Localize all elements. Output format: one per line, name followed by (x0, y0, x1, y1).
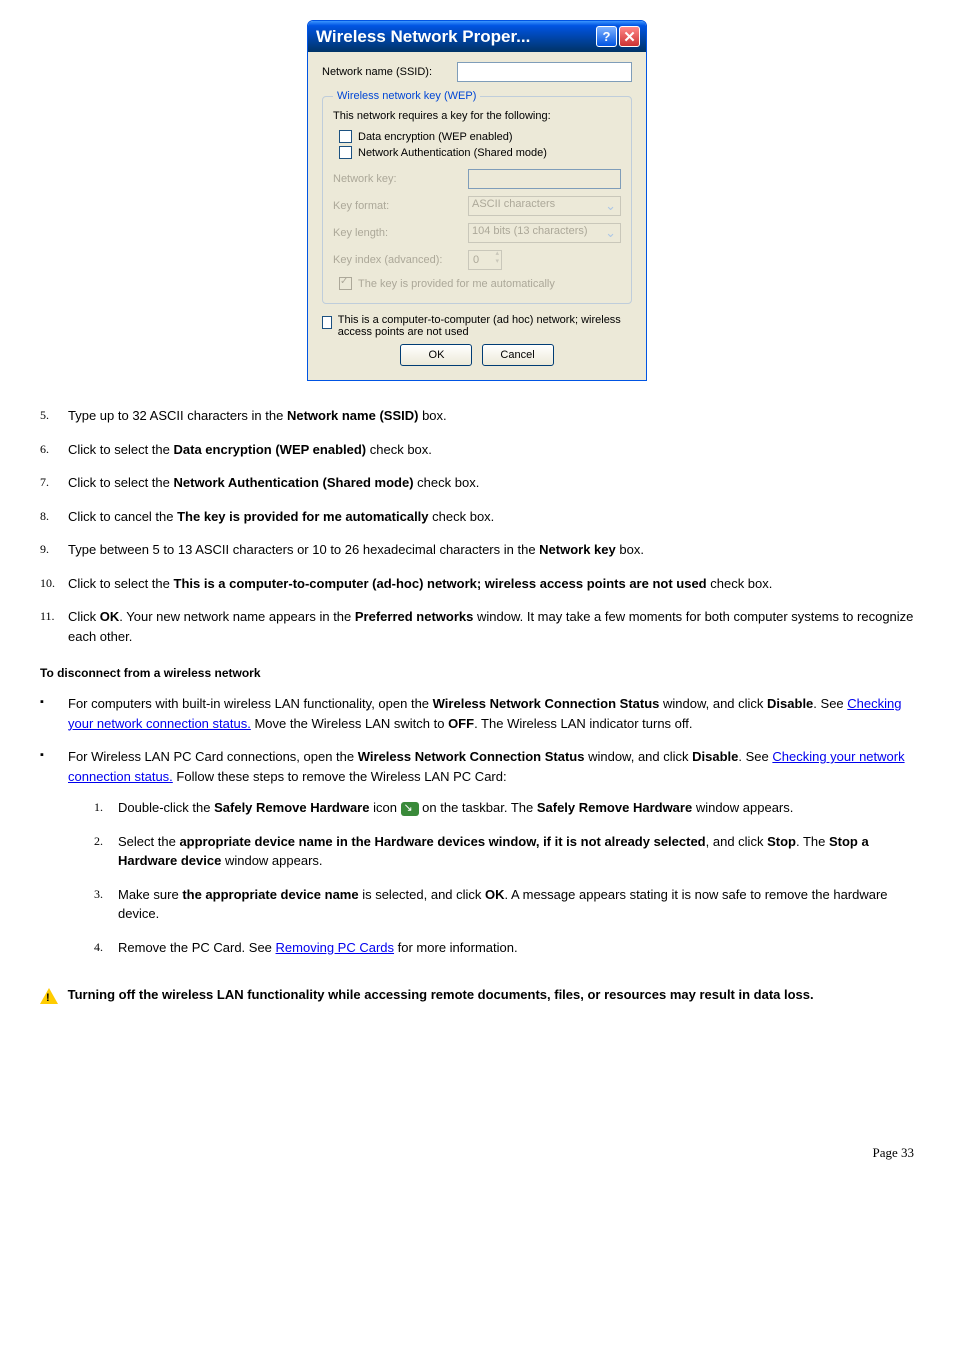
key-length-select: 104 bits (13 characters) (468, 223, 621, 243)
disconnect-heading: To disconnect from a wireless network (40, 666, 914, 680)
safely-remove-icon (401, 802, 419, 816)
wep-enabled-label: Data encryption (WEP enabled) (358, 131, 513, 143)
key-index-label: Key index (advanced): (333, 254, 468, 266)
adhoc-label: This is a computer-to-computer (ad hoc) … (338, 314, 632, 338)
ssid-input[interactable] (457, 62, 632, 82)
key-format-label: Key format: (333, 200, 468, 212)
nested-1: 1.Double-click the Safely Remove Hardwar… (94, 798, 914, 818)
warning-block: Turning off the wireless LAN functionali… (40, 985, 914, 1005)
key-index-spinner: 0 (468, 250, 502, 270)
ok-button[interactable]: OK (400, 344, 472, 366)
step-11: 11.Click OK. Your new network name appea… (40, 607, 914, 646)
bullet-2: For Wireless LAN PC Card connections, op… (40, 747, 914, 971)
auto-key-checkbox (339, 277, 352, 290)
nested-steps: 1.Double-click the Safely Remove Hardwar… (94, 798, 914, 957)
step-7: 7.Click to select the Network Authentica… (40, 473, 914, 493)
shared-mode-label: Network Authentication (Shared mode) (358, 147, 547, 159)
step-8: 8.Click to cancel the The key is provide… (40, 507, 914, 527)
ssid-label: Network name (SSID): (322, 66, 457, 78)
nested-3: 3.Make sure the appropriate device name … (94, 885, 914, 924)
wep-enabled-checkbox[interactable] (339, 130, 352, 143)
auto-key-label: The key is provided for me automatically (358, 278, 555, 290)
dialog-titlebar: Wireless Network Proper... ? ✕ (308, 21, 646, 52)
cancel-button[interactable]: Cancel (482, 344, 554, 366)
help-button[interactable]: ? (596, 26, 617, 47)
network-key-input (468, 169, 621, 189)
disconnect-list: For computers with built-in wireless LAN… (40, 694, 914, 971)
page-number: Page 33 (40, 1145, 914, 1161)
warning-icon (40, 988, 58, 1004)
close-button[interactable]: ✕ (619, 26, 640, 47)
step-6: 6.Click to select the Data encryption (W… (40, 440, 914, 460)
main-steps-list: 5.Type up to 32 ASCII characters in the … (40, 406, 914, 646)
wep-legend: Wireless network key (WEP) (333, 90, 480, 102)
removing-pc-cards-link[interactable]: Removing PC Cards (276, 940, 395, 955)
step-10: 10.Click to select the This is a compute… (40, 574, 914, 594)
warning-text: Turning off the wireless LAN functionali… (68, 987, 814, 1002)
shared-mode-checkbox[interactable] (339, 146, 352, 159)
dialog-title: Wireless Network Proper... (316, 27, 530, 47)
bullet-1: For computers with built-in wireless LAN… (40, 694, 914, 733)
wireless-properties-dialog: Wireless Network Proper... ? ✕ Network n… (307, 20, 647, 381)
key-format-select: ASCII characters (468, 196, 621, 216)
adhoc-checkbox[interactable] (322, 316, 332, 329)
step-9: 9.Type between 5 to 13 ASCII characters … (40, 540, 914, 560)
nested-2: 2.Select the appropriate device name in … (94, 832, 914, 871)
nested-4: 4.Remove the PC Card. See Removing PC Ca… (94, 938, 914, 958)
network-key-label: Network key: (333, 173, 468, 185)
step-5: 5.Type up to 32 ASCII characters in the … (40, 406, 914, 426)
wep-groupbox: Wireless network key (WEP) This network … (322, 90, 632, 304)
key-length-label: Key length: (333, 227, 468, 239)
requires-text: This network requires a key for the foll… (333, 110, 621, 122)
